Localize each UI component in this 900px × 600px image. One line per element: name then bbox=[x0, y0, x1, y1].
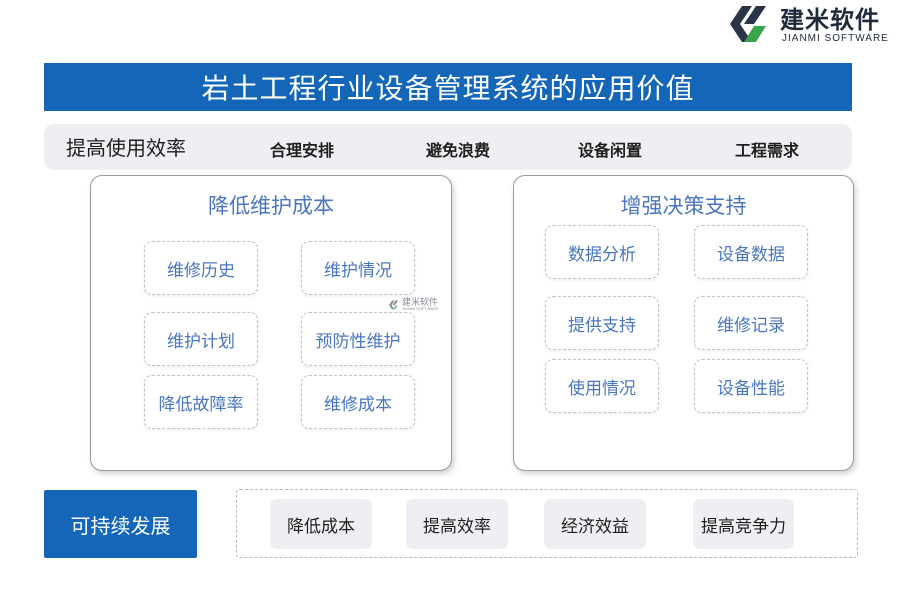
decision-item: 提供支持 bbox=[545, 296, 659, 350]
watermark-name-en: JIANMI SOFTWARE bbox=[402, 306, 439, 311]
sustainable-label: 可持续发展 bbox=[44, 490, 197, 558]
maintenance-item: 维修历史 bbox=[144, 241, 258, 295]
watermark-logo-icon bbox=[389, 300, 398, 310]
sustainable-item: 提高竞争力 bbox=[693, 499, 794, 549]
maintenance-item: 维修成本 bbox=[301, 375, 415, 429]
efficiency-item: 避免浪费 bbox=[426, 141, 491, 160]
sustainable-item: 经济效益 bbox=[544, 499, 646, 549]
page-title: 岩土工程行业设备管理系统的应用价值 bbox=[44, 63, 852, 111]
decision-item: 使用情况 bbox=[545, 359, 659, 413]
efficiency-item: 合理安排 bbox=[270, 141, 335, 160]
brand-logo-icon bbox=[730, 6, 766, 42]
maintenance-item: 降低故障率 bbox=[144, 375, 258, 429]
sustainable-item: 提高效率 bbox=[406, 499, 508, 549]
brand-name-cn: 建米软件 bbox=[780, 6, 880, 34]
decision-item: 数据分析 bbox=[545, 225, 659, 279]
watermark-logo: 建米软件 JIANMI SOFTWARE bbox=[388, 297, 439, 316]
decision-panel: 增强决策支持 数据分析 设备数据 提供支持 维修记录 使用情况 设备性能 bbox=[513, 175, 854, 471]
efficiency-item: 设备闲置 bbox=[578, 141, 643, 160]
maintenance-item: 维护计划 bbox=[144, 312, 258, 366]
efficiency-row: 提高使用效率 合理安排 避免浪费 设备闲置 工程需求 bbox=[44, 124, 852, 170]
decision-item: 设备性能 bbox=[694, 359, 808, 413]
maintenance-item: 维护情况 bbox=[301, 241, 415, 295]
decision-item: 设备数据 bbox=[694, 225, 808, 279]
efficiency-item: 工程需求 bbox=[735, 141, 800, 160]
maintenance-panel: 降低维护成本 维修历史 维护情况 维护计划 预防性维护 降低故障率 维修成本 bbox=[90, 175, 452, 471]
brand-name-en: JIANMI SOFTWARE bbox=[782, 33, 889, 44]
brand-logo: 建米软件 JIANMI SOFTWARE bbox=[726, 0, 900, 48]
efficiency-label: 提高使用效率 bbox=[66, 136, 186, 160]
sustainable-item: 降低成本 bbox=[270, 499, 372, 549]
decision-title: 增强决策支持 bbox=[620, 194, 747, 218]
decision-item: 维修记录 bbox=[694, 296, 808, 350]
maintenance-item: 预防性维护 bbox=[301, 312, 415, 366]
maintenance-title: 降低维护成本 bbox=[208, 194, 334, 218]
